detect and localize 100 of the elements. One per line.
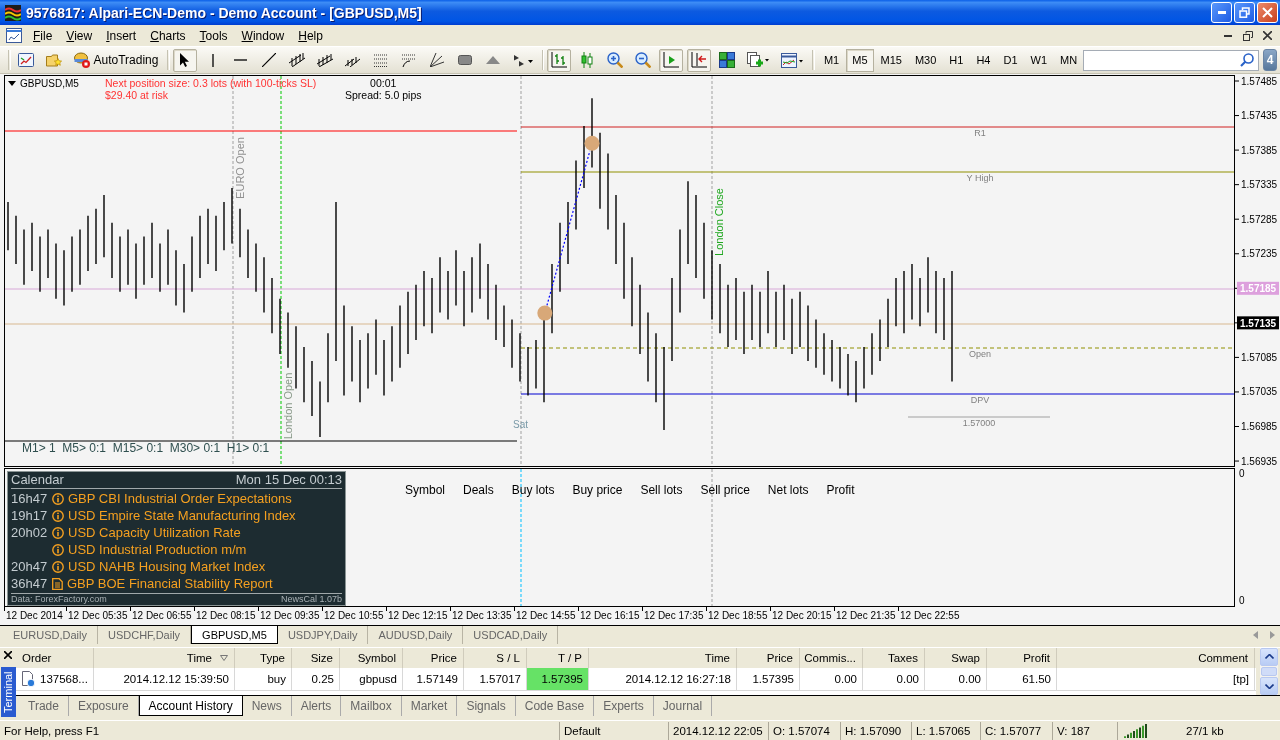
time-axis-label: 12 Dec 20:15 bbox=[772, 610, 832, 621]
column-header[interactable]: Symbol bbox=[340, 648, 403, 668]
close-icon[interactable] bbox=[4, 651, 12, 659]
spread-text: Spread: 5.0 pips bbox=[345, 89, 422, 101]
chart-tab[interactable]: GBPUSD,M5 bbox=[191, 626, 278, 644]
chart-tab[interactable]: EURUSD,Daily bbox=[3, 626, 98, 644]
minimize-icon bbox=[1223, 34, 1232, 37]
table-cell: 1.57395 bbox=[737, 668, 800, 690]
window-title: 9576817: Alpari-ECN-Demo - Demo Account - [GBPUSD,M5] bbox=[26, 4, 423, 21]
panel-title: Terminal bbox=[0, 667, 16, 717]
column-header[interactable]: Profit bbox=[987, 648, 1057, 668]
time-axis-label: 12 Dec 13:35 bbox=[452, 610, 512, 621]
dropdown-icon[interactable] bbox=[8, 81, 16, 86]
triangle-icon bbox=[485, 56, 500, 64]
minimize-icon bbox=[1217, 11, 1226, 14]
column-header[interactable]: Taxes bbox=[863, 648, 925, 668]
chart-tab[interactable]: AUDUSD,Daily bbox=[368, 626, 464, 644]
terminal-tab[interactable]: Market bbox=[401, 696, 458, 716]
chart-window-icon[interactable] bbox=[6, 28, 22, 43]
fan-lines-icon bbox=[429, 53, 444, 67]
terminal-tab[interactable]: Mailbox bbox=[341, 696, 402, 716]
terminal-tab[interactable]: Experts bbox=[594, 696, 654, 716]
menu-item[interactable]: View bbox=[59, 26, 100, 45]
column-header[interactable]: Commis... bbox=[800, 648, 863, 668]
terminal-tab[interactable]: News bbox=[242, 696, 292, 716]
candlestick-icon bbox=[580, 52, 595, 68]
position-info: $29.40 at risk bbox=[105, 89, 170, 101]
app-logo-icon bbox=[5, 4, 21, 21]
scrollbar[interactable] bbox=[1260, 648, 1278, 695]
column-header[interactable]: Swap bbox=[925, 648, 987, 668]
terminal-tab[interactable]: Trade bbox=[19, 696, 69, 716]
scroll-thumb[interactable] bbox=[1261, 666, 1277, 677]
add-indicator-icon bbox=[747, 52, 770, 68]
timeframe-button[interactable]: W1 bbox=[1024, 48, 1053, 72]
close-button[interactable] bbox=[1257, 2, 1278, 23]
timeframe-button[interactable]: M15 bbox=[874, 48, 908, 72]
tile-windows-icon bbox=[719, 52, 736, 68]
timeframe-button[interactable]: M5 bbox=[846, 48, 874, 72]
restore-icon bbox=[1239, 7, 1250, 18]
price-axis-label: 1.57235 bbox=[1241, 248, 1278, 260]
menu-item[interactable]: Tools bbox=[192, 26, 235, 45]
timeframe-button[interactable]: M30 bbox=[908, 48, 943, 72]
terminal-tab[interactable]: Account History bbox=[138, 696, 243, 716]
restore-button[interactable] bbox=[1234, 2, 1255, 23]
chart-symbol: GBPUSD,M5 bbox=[20, 78, 79, 89]
event-title: GBP BOE Financial Stability Report bbox=[67, 575, 273, 592]
stop-badge-icon bbox=[73, 52, 90, 68]
toolbar-button[interactable]: AutoTrading bbox=[69, 48, 163, 72]
column-header[interactable]: Comment bbox=[1057, 648, 1255, 668]
time-axis-label: 12 Dec 08:15 bbox=[196, 610, 256, 621]
level-label: Open bbox=[969, 349, 991, 359]
column-header[interactable]: Price bbox=[737, 648, 800, 668]
timeframe-button[interactable]: H1 bbox=[943, 48, 970, 72]
column-header[interactable]: S / L bbox=[464, 648, 527, 668]
menu-item[interactable]: Insert bbox=[99, 26, 144, 45]
folder-star-icon bbox=[45, 53, 62, 67]
terminal-tab[interactable]: Exposure bbox=[68, 696, 139, 716]
column-header[interactable]: Size bbox=[292, 648, 340, 668]
event-time: 36h47 bbox=[11, 576, 48, 591]
menu-item[interactable]: Help bbox=[291, 26, 330, 45]
terminal-tab[interactable]: Code Base bbox=[515, 696, 595, 716]
circle-marker-icon bbox=[584, 135, 600, 151]
timeframe-button[interactable]: H4 bbox=[970, 48, 997, 72]
status-text: C: 1.57077 bbox=[981, 722, 1053, 740]
chevron-up-icon bbox=[1264, 654, 1274, 660]
chart-tab[interactable]: USDJPY,Daily bbox=[277, 626, 369, 644]
timeframe-button[interactable]: MN bbox=[1054, 48, 1084, 72]
menu-item[interactable]: Window bbox=[234, 26, 292, 45]
search-field[interactable] bbox=[1083, 49, 1260, 71]
session-label: London Close bbox=[713, 188, 725, 256]
info-icon bbox=[52, 526, 64, 539]
column-header[interactable]: Price bbox=[403, 648, 464, 668]
time-axis-label: 12 Dec 12:15 bbox=[388, 610, 448, 621]
hatched-channel-icon bbox=[316, 53, 333, 67]
menu-item[interactable]: File bbox=[26, 26, 60, 45]
level-label: R1 bbox=[974, 128, 986, 138]
scroll-down-button[interactable] bbox=[1260, 677, 1278, 695]
column-header[interactable]: Time bbox=[589, 648, 737, 668]
timeframe-button[interactable]: D1 bbox=[997, 48, 1024, 72]
search-icon[interactable] bbox=[1240, 53, 1255, 67]
column-header[interactable]: Time bbox=[94, 648, 235, 668]
status-text: V: 187 bbox=[1053, 722, 1118, 740]
terminal-tab[interactable]: Journal bbox=[653, 696, 713, 716]
column-header[interactable]: Type bbox=[235, 648, 292, 668]
terminal-tab[interactable]: Signals bbox=[457, 696, 516, 716]
vertical-line-icon bbox=[211, 53, 214, 67]
toolbar-button[interactable] bbox=[172, 48, 197, 72]
terminal-tab[interactable]: Alerts bbox=[291, 696, 342, 716]
menu-item[interactable]: Charts bbox=[143, 26, 193, 45]
table-cell: [tp] bbox=[1057, 668, 1255, 690]
event-time: 20h47 bbox=[11, 559, 48, 574]
chart-tab[interactable]: USDCAD,Daily bbox=[463, 626, 559, 644]
column-header[interactable]: Order bbox=[16, 648, 94, 668]
timeframe-stats: M1> 1 M5> 0:1 M15> 0:1 M30> 0:1 H1> 0:1 bbox=[22, 441, 270, 455]
time-axis-label: 12 Dec 18:55 bbox=[708, 610, 768, 621]
timeframe-button[interactable]: M1 bbox=[817, 48, 846, 72]
scroll-up-button[interactable] bbox=[1260, 648, 1278, 666]
template-dropdown-icon bbox=[781, 52, 804, 68]
zoom-in-icon bbox=[607, 52, 624, 68]
minimize-button[interactable] bbox=[1211, 2, 1232, 23]
